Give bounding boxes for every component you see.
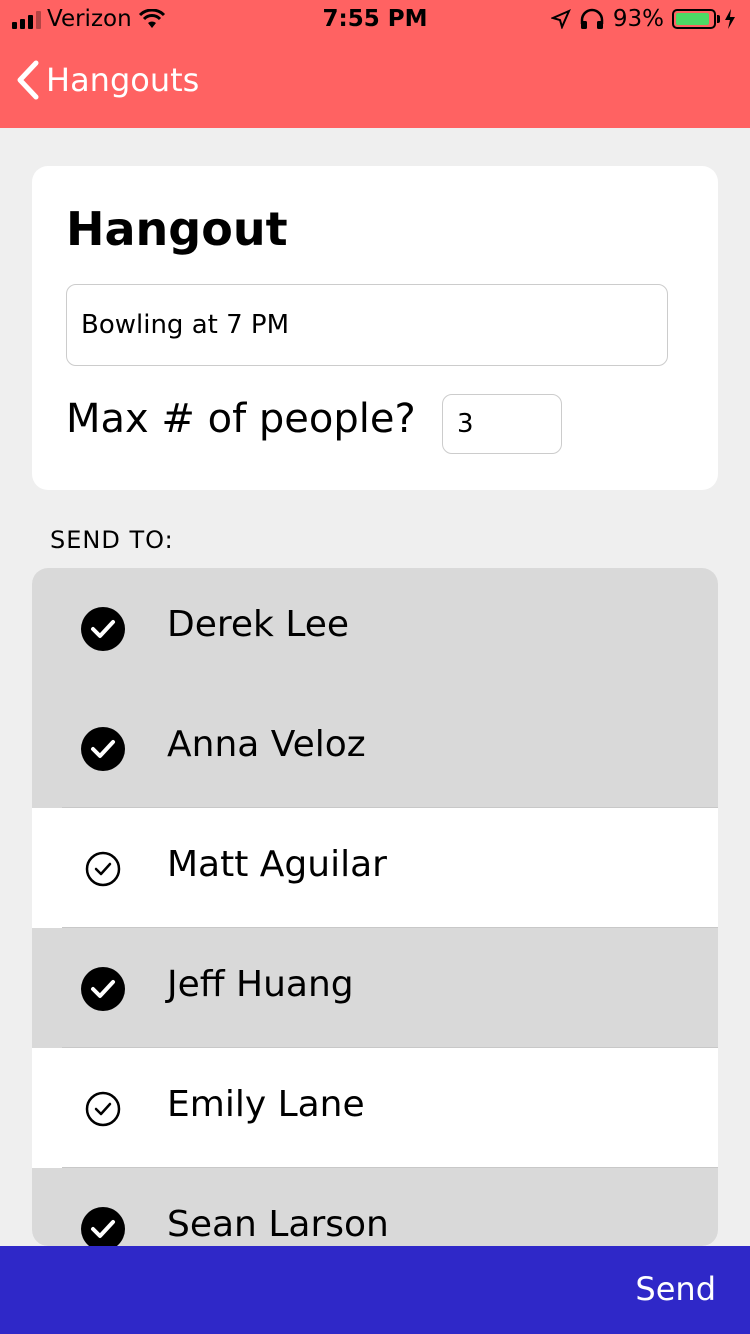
checkmark-filled-icon <box>81 1207 125 1246</box>
max-people-label: Max # of people? <box>66 396 416 442</box>
back-button-label: Hangouts <box>46 61 200 99</box>
charging-bolt-icon <box>725 9 735 29</box>
contact-row[interactable]: Derek Lee <box>32 568 718 688</box>
checkmark-filled-icon <box>81 727 125 771</box>
contact-name: Derek Lee <box>167 604 350 645</box>
contact-name: Sean Larson <box>167 1204 389 1245</box>
contact-name: Jeff Huang <box>167 964 354 1005</box>
send-to-label: SEND TO: <box>50 526 174 554</box>
battery-icon <box>672 9 720 29</box>
status-right: 93% <box>550 6 736 32</box>
battery-level-fill <box>676 13 710 25</box>
chevron-left-icon <box>17 60 39 100</box>
contact-row[interactable]: Emily Lane <box>32 1048 718 1168</box>
checkmark-outline-icon <box>85 851 121 887</box>
contact-list: Derek Lee Anna Veloz Matt Aguilar Jeff Huan… <box>32 568 718 1246</box>
checkmark-outline-icon <box>85 1091 121 1127</box>
header-bar: Verizon 7:55 PM 93% Hangouts <box>0 0 750 128</box>
send-button[interactable]: Send <box>635 1270 716 1308</box>
contact-row[interactable]: Matt Aguilar <box>32 808 718 928</box>
contact-row[interactable]: Sean Larson <box>32 1168 718 1246</box>
battery-percent: 93% <box>612 6 664 32</box>
checkmark-filled-icon <box>81 607 125 651</box>
back-button[interactable]: Hangouts <box>14 60 199 100</box>
headphones-icon <box>580 8 604 29</box>
hangout-description-input[interactable] <box>66 284 668 366</box>
contact-row[interactable]: Jeff Huang <box>32 928 718 1048</box>
bottom-bar: Send <box>0 1246 750 1334</box>
checkmark-filled-icon <box>81 967 125 1011</box>
contact-name: Emily Lane <box>167 1084 365 1125</box>
max-people-input[interactable] <box>442 394 562 454</box>
hangout-card: Hangout Max # of people? <box>32 166 718 490</box>
status-bar: Verizon 7:55 PM 93% <box>0 0 750 40</box>
contact-name: Anna Veloz <box>167 724 366 765</box>
contact-name: Matt Aguilar <box>167 844 387 885</box>
location-arrow-icon <box>550 9 571 29</box>
contact-row[interactable]: Anna Veloz <box>32 688 718 808</box>
hangout-title: Hangout <box>66 202 288 256</box>
